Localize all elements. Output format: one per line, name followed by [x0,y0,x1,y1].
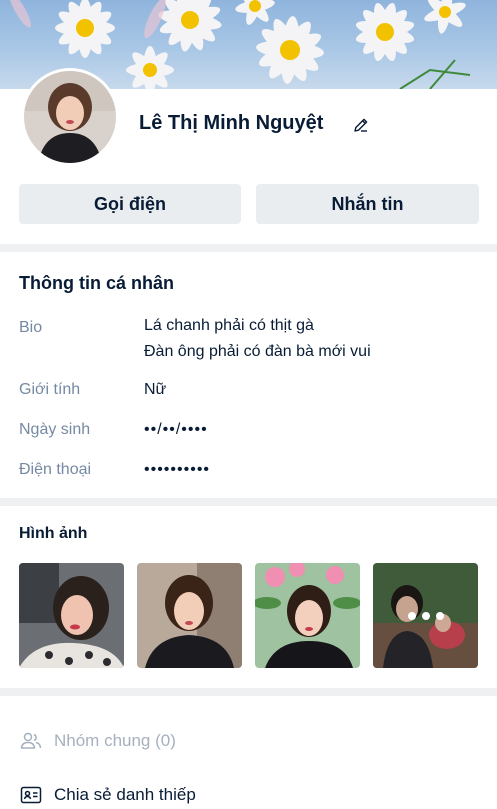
users-icon [20,732,42,749]
birthday-value: ••/••/•••• [144,421,208,438]
gender-value: Nữ [144,381,167,398]
call-button[interactable]: Gọi điện [19,184,241,224]
bio-line-2: Đàn ông phải có đàn bà mới vui [144,343,371,360]
photos-title: Hình ảnh [19,525,88,542]
phone-label: Điện thoại [19,461,92,478]
section-divider [0,498,497,506]
bio-label: Bio [19,319,43,336]
pencil-icon[interactable] [352,116,370,134]
photo-thumbnail-more[interactable] [373,563,478,668]
birthday-label: Ngày sinh [19,421,91,438]
common-groups-label: Nhóm chung (0) [54,731,176,750]
bio-line-1: Lá chanh phải có thịt gà [144,317,314,334]
phone-value: •••••••••• [144,461,211,478]
photo-thumbnail[interactable] [137,563,242,668]
section-divider [0,244,497,252]
common-groups-item[interactable]: Nhóm chung (0) [19,727,176,755]
personal-info-title: Thông tin cá nhân [19,273,174,293]
contact-card-icon [20,786,42,804]
profile-name: Lê Thị Minh Nguyệt [139,112,324,134]
gender-label: Giới tính [19,381,81,398]
more-dots-icon [373,563,478,668]
photo-thumbnail[interactable] [19,563,124,668]
profile-avatar[interactable] [21,68,119,166]
share-card-item[interactable]: Chia sẻ danh thiếp [19,781,196,809]
avatar-portrait [24,71,116,163]
message-button[interactable]: Nhắn tin [256,184,479,224]
section-divider [0,688,497,696]
share-card-label: Chia sẻ danh thiếp [54,785,196,804]
photo-thumbnail[interactable] [255,563,360,668]
